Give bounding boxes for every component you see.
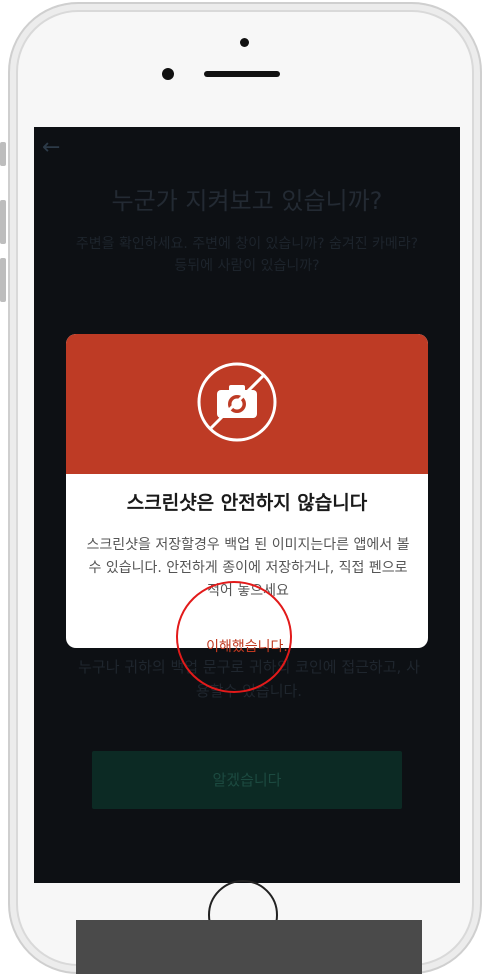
- dialog-header: [66, 334, 428, 474]
- dialog-title: 스크린샷은 안전하지 않습니다: [126, 492, 368, 514]
- mute-switch: [0, 142, 6, 166]
- earpiece-speaker: [204, 71, 280, 77]
- proximity-sensor: [240, 38, 249, 47]
- dialog-message: 스크린샷을 저장할경우 백업 된 이미지는다른 앱에서 볼수 있습니다. 안전하…: [86, 537, 410, 599]
- volume-down-button: [0, 258, 6, 302]
- bottom-bar: [76, 920, 422, 974]
- page-subtitle: 주변을 확인하세요. 주변에 창이 있습니까? 숨겨진 카메라? 등뒤에 사람이…: [75, 236, 419, 274]
- page-title: 누군가 지켜보고 있습니까?: [111, 187, 383, 215]
- confirm-button[interactable]: 이해했습니다.: [66, 636, 428, 656]
- no-camera-icon: [197, 362, 277, 442]
- device-frame: ← 누군가 지켜보고 있습니까? 주변을 확인하세요. 주변에 창이 있습니까?…: [0, 0, 483, 974]
- acknowledge-button[interactable]: 알겠습니다: [92, 751, 402, 809]
- back-arrow-icon[interactable]: ←: [42, 137, 60, 159]
- warning-text: 누구나 귀하의 백업 문구로 귀하의 코인에 접근하고, 사용할수 있습니다.: [78, 658, 420, 700]
- front-camera: [162, 68, 174, 80]
- screenshot-warning-dialog: 스크린샷은 안전하지 않습니다 스크린샷을 저장할경우 백업 된 이미지는다른 …: [66, 334, 428, 648]
- volume-up-button: [0, 200, 6, 244]
